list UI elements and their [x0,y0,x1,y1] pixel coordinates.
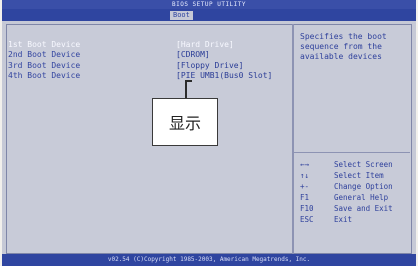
boot-device-value[interactable]: [Hard Drive] [176,40,234,50]
key-hint-save-exit: F10 Save and Exit [300,204,412,213]
boot-device-label: 1st Boot Device [8,40,81,49]
key-hint-exit: ESC Exit [300,215,412,224]
key-hint-change-option: +- Change Option [300,182,412,191]
key-description: Select Screen [334,160,393,169]
help-divider [294,152,410,153]
boot-device-label: 4th Boot Device [8,71,81,80]
boot-device-row-4[interactable]: 4th Boot Device [PIE UMB1(Bus0 Slot] [8,71,288,81]
key-hint-general-help: F1 General Help [300,193,412,202]
help-line: Specifies the boot [300,32,387,41]
boot-device-label: 3rd Boot Device [8,61,81,70]
key-label: +- [300,182,310,191]
tab-bar [2,9,416,21]
key-description: General Help [334,193,389,202]
boot-device-value[interactable]: [Floppy Drive] [176,61,243,71]
tab-boot[interactable]: Boot [170,11,193,20]
key-label: F10 [300,204,314,213]
bios-screen: BIOS SETUP UTILITY Boot 1st Boot Device … [2,0,416,266]
annotation-connector [185,80,187,98]
panel-divider [292,24,294,254]
annotation-connector [185,80,192,82]
boot-device-row-1[interactable]: 1st Boot Device [Hard Drive] [8,40,288,50]
key-description: Save and Exit [334,204,393,213]
help-description: Specifies the boot sequence from the ava… [300,32,412,62]
bios-title: BIOS SETUP UTILITY [2,0,416,9]
key-description: Change Option [334,182,393,191]
help-line: sequence from the [300,42,382,51]
boot-device-row-3[interactable]: 3rd Boot Device [Floppy Drive] [8,61,288,71]
boot-device-row-2[interactable]: 2nd Boot Device [CDROM] [8,50,288,60]
bios-footer: v02.54 (C)Copyright 1985-2003, American … [2,254,416,266]
key-description: Exit [334,215,353,224]
key-label: ↑↓ [300,171,310,180]
key-hint-select-item: ↑↓ Select Item [300,171,412,180]
boot-device-label: 2nd Boot Device [8,50,81,59]
key-description: Select Item [334,171,384,180]
key-label: ←→ [300,160,310,169]
key-label: F1 [300,193,310,202]
boot-device-value[interactable]: [CDROM] [176,50,210,60]
key-label: ESC [300,215,314,224]
key-hint-select-screen: ←→ Select Screen [300,160,412,169]
annotation-box: 显示 [152,98,218,146]
help-line: available devices [300,52,382,61]
